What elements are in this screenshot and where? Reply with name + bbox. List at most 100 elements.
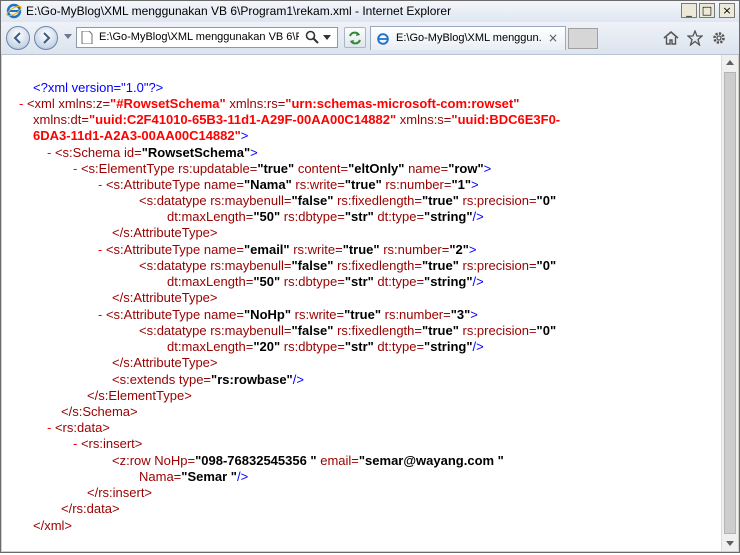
scroll-up-arrow-icon [726,60,734,65]
attr-name: rs:fixedlength= [333,323,422,338]
attributetype-nohp-close: </s:AttributeType> [112,355,218,371]
scroll-down-arrow-icon [726,541,734,546]
attr-name: rs:write= [289,242,343,257]
attributetype-nohp: - <s:AttributeType name="NoHp" rs:write=… [98,307,478,323]
tag-close: /> [472,209,484,224]
attr-name: rs:number= [379,242,450,257]
tag-name: <s:AttributeType [105,177,201,192]
tag-close: /> [236,469,249,484]
tag-name: <s:AttributeType [105,242,201,257]
attr-value: "str" [344,274,374,289]
attr-value: 6DA3-11d1-A2A3-00AA00C14882" [33,128,241,143]
tag-close: > [470,307,478,322]
attr-name: rs:dbtype= [280,339,345,354]
tag-name: <rs:insert> [80,436,143,451]
attr-name: rs:maybenull= [206,193,292,208]
minimize-button[interactable]: _ [681,3,697,18]
xml-document-view: <?xml version="1.0"?> - <xml xmlns:z="#R… [2,55,721,551]
history-dropdown-icon[interactable] [64,34,72,40]
tag-name: </s:AttributeType> [112,290,218,305]
elementtype-open: - <s:ElementType rs:updatable="true" con… [73,161,491,177]
attr-name: rs:dbtype= [280,274,345,289]
datatype-nohp-cont: dt:maxLength="20" rs:dbtype="str" dt:typ… [167,339,484,355]
schema-close: </s:Schema> [61,404,138,420]
new-tab-button[interactable] [568,28,598,49]
address-bar[interactable]: E:\Go-MyBlog\XML menggunakan VB 6\Pr [76,27,338,48]
address-url[interactable]: E:\Go-MyBlog\XML menggunakan VB 6\Pr [99,31,299,43]
attr-value: "50" [253,209,281,224]
row-element: <z:row NoHp="098-76832545356 " email="se… [112,453,504,469]
attr-value: "true" [342,242,380,257]
tag-name: </s:AttributeType> [112,355,218,370]
attr-name: Nama= [139,469,182,484]
attr-name: id= [120,145,142,160]
back-button[interactable] [6,26,30,50]
attr-value: "rs:rowbase" [211,372,293,387]
home-icon[interactable] [663,30,679,46]
attr-name: rs:fixedlength= [333,193,422,208]
attr-name: rs:write= [291,177,345,192]
close-button[interactable]: × [719,3,735,18]
tag-close: /> [472,274,484,289]
xml-root-close: </xml> [33,518,72,534]
maximize-button[interactable]: □ [699,3,715,18]
attr-name: type= [175,372,212,387]
attr-name: xmlns:rs= [225,96,286,111]
attr-value: "string" [424,209,473,224]
attr-value: "uuid:BDC6E3F0- [451,112,561,127]
insert-close: </rs:insert> [87,485,152,501]
attr-value: "true" [257,161,295,176]
attr-name: name= [200,242,245,257]
tag-name: <z:row [112,453,151,468]
tag-name: <s:datatype [139,258,207,273]
tag-close: > [240,128,249,143]
attr-value: "false" [291,258,334,273]
attr-name: xmlns:s= [396,112,452,127]
attr-value: "str" [344,209,374,224]
attr-value: "email" [244,242,290,257]
tab-close-icon[interactable]: × [548,31,558,45]
attr-value: "true" [421,193,459,208]
attr-value: "true" [421,258,459,273]
attr-name: dt:type= [373,339,425,354]
attr-value: "urn:schemas-microsoft-com:rowset" [285,96,520,111]
attr-value: "row" [448,161,484,176]
attr-name: NoHp= [150,453,196,468]
scroll-thumb[interactable] [724,72,736,534]
tag-name: </rs:data> [61,501,120,516]
search-icon[interactable] [305,30,319,44]
internet-explorer-icon [6,3,22,19]
attr-value: "str" [344,339,374,354]
attr-name: rs:precision= [458,258,537,273]
attr-value: "0" [536,193,557,208]
xml-root-attrs-2: xmlns:dt="uuid:C2F41010-65B3-11d1-A29F-0… [33,112,560,128]
address-dropdown-icon[interactable] [323,35,331,41]
forward-button[interactable] [34,26,58,50]
attr-name: dt:type= [373,274,425,289]
tag-close: /> [472,339,484,354]
browser-window: E:\Go-MyBlog\XML menggunakan VB 6\Progra… [0,0,740,553]
back-arrow-icon [13,32,21,44]
browser-tab[interactable]: E:\Go-MyBlog\XML menggun... × [370,26,566,50]
refresh-button[interactable] [344,27,366,48]
attr-value: "eltOnly" [348,161,405,176]
tag-close: /> [292,372,304,387]
attributetype-email: - <s:AttributeType name="email" rs:write… [98,242,476,258]
attr-name: xmlns:dt= [33,112,89,127]
attr-value: "098-76832545356 " [195,453,317,468]
favorites-star-icon[interactable] [687,30,703,46]
attr-name: rs:dbtype= [280,209,345,224]
extends-element: <s:extends type="rs:rowbase"/> [112,372,304,388]
scroll-up-button[interactable] [722,55,738,71]
scroll-down-button[interactable] [722,535,738,551]
insert-open: - <rs:insert> [73,436,142,452]
attr-value: "uuid:C2F41010-65B3-11d1-A29F-00AA00C148… [89,112,397,127]
tag-name: </s:AttributeType> [112,225,218,240]
tag-name: </rs:insert> [87,485,153,500]
attr-value: "Nama" [244,177,292,192]
tools-gear-icon[interactable] [711,30,727,46]
attr-value: "false" [291,323,334,338]
vertical-scrollbar[interactable] [721,55,738,551]
attr-name: name= [200,177,245,192]
tab-ie-icon [377,33,389,45]
